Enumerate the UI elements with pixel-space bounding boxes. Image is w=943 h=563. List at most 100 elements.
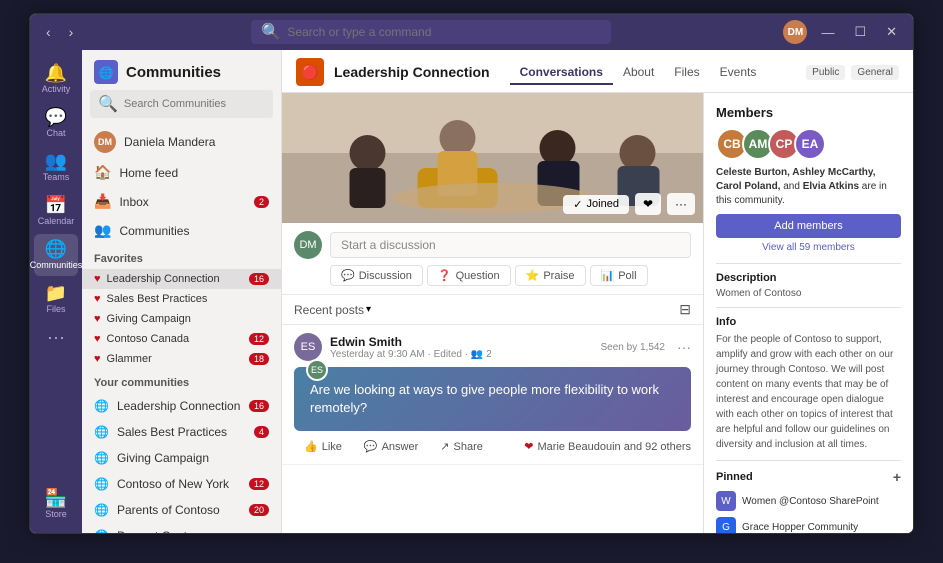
community-giving[interactable]: 🌐 Giving Campaign (82, 445, 281, 471)
community-badge-leadership: 16 (249, 400, 269, 412)
fav-item-glammer[interactable]: ♥ Glammer 18 (82, 349, 281, 369)
sidebar-item-chat[interactable]: 💬 Chat (34, 102, 78, 144)
community-icon-ny: 🌐 (94, 477, 109, 491)
info-text: For the people of Contoso to support, am… (716, 332, 901, 452)
sidebar-item-files[interactable]: 📁 Files (34, 278, 78, 320)
your-communities-label: Your communities (82, 369, 281, 393)
sidebar-item-communities[interactable]: 🌐 Communities (34, 234, 78, 276)
post-header: ES Edwin Smith Yesterday at 9:30 AM · Ed… (294, 333, 691, 361)
like-button[interactable]: ❤ (635, 193, 661, 215)
calendar-label: Calendar (38, 216, 75, 226)
pinned-add-icon[interactable]: + (893, 469, 901, 485)
post-menu-icon[interactable]: ··· (677, 339, 691, 355)
tab-about[interactable]: About (613, 61, 664, 85)
community-label-sales: Sales Best Practices (117, 425, 227, 439)
heart-icon: ❤ (524, 440, 533, 453)
like-action-label: Like (322, 441, 342, 453)
divider-2 (716, 307, 901, 308)
posts-chevron-icon[interactable]: ▾ (366, 304, 371, 315)
answer-action-icon: 💬 (364, 440, 378, 453)
forward-button[interactable]: › (63, 22, 80, 42)
fav-item-giving[interactable]: ♥ Giving Campaign (82, 309, 281, 329)
maximize-button[interactable]: ☐ (848, 22, 872, 42)
community-label-parents: Parents of Contoso (117, 503, 220, 517)
description-text: Women of Contoso (716, 288, 901, 299)
question-icon: ❓ (438, 269, 452, 282)
compose-question-btn[interactable]: ❓ Question (427, 265, 511, 286)
inbox-icon: 📥 (94, 193, 111, 210)
sidebar-search[interactable]: 🔍 (90, 90, 273, 118)
members-names: Celeste Burton, Ashley McCarthy, Carol P… (716, 166, 901, 208)
chat-label: Chat (46, 128, 65, 138)
post-time: Yesterday at 9:30 AM · Edited · 👥 2 (330, 349, 492, 360)
compose-praise-btn[interactable]: ⭐ Praise (515, 265, 586, 286)
channel-tabs: Conversations About Files Events (510, 61, 767, 84)
view-all-link[interactable]: View all 59 members (716, 242, 901, 253)
share-action-btn[interactable]: ↗ Share (430, 437, 493, 456)
fav-label-leadership: Leadership Connection (107, 273, 220, 285)
fav-item-leadership[interactable]: ♥ Leadership Connection 16 (82, 269, 281, 289)
fav-badge-leadership: 16 (249, 273, 269, 285)
channel-header: 🔴 Leadership Connection Conversations Ab… (282, 50, 913, 93)
sidebar-nav-inbox[interactable]: 📥 Inbox 2 (82, 187, 281, 216)
hero-actions: ✓ Joined ❤ ··· (563, 193, 695, 215)
tab-events[interactable]: Events (710, 61, 767, 85)
members-avatars: CB AM CP EA (716, 128, 901, 160)
pinned-item-1[interactable]: W Women @Contoso SharePoint (716, 491, 901, 511)
tab-conversations[interactable]: Conversations (510, 61, 613, 85)
sidebar-nav-communities[interactable]: 👥 Communities (82, 216, 281, 245)
svg-text:🌐: 🌐 (99, 66, 114, 80)
fav-item-contoso-canada[interactable]: ♥ Contoso Canada 12 (82, 329, 281, 349)
community-dogs[interactable]: 🌐 Dogs at Contoso (82, 523, 281, 533)
favorites-section-label: Favorites (82, 245, 281, 269)
post-likes-text: Marie Beaudouin and 92 others (538, 441, 692, 453)
title-bar-search-input[interactable] (287, 25, 601, 39)
post-content-box: ES Are we looking at ways to give people… (294, 367, 691, 431)
search-icon: 🔍 (261, 22, 281, 42)
community-leadership[interactable]: 🌐 Leadership Connection 16 (82, 393, 281, 419)
posts-filter-icon[interactable]: ⊟ (679, 301, 691, 318)
add-members-button[interactable]: Add members (716, 214, 901, 238)
like-action-btn[interactable]: 👍 Like (294, 437, 352, 456)
pinned-label: Pinned (716, 471, 753, 483)
community-sales[interactable]: 🌐 Sales Best Practices 4 (82, 419, 281, 445)
composer-input[interactable]: Start a discussion (330, 232, 691, 258)
poll-icon: 📊 (601, 269, 615, 282)
title-bar-search[interactable]: 🔍 (251, 20, 611, 44)
community-new-york[interactable]: 🌐 Contoso of New York 12 (82, 471, 281, 497)
app-body: 🔔 Activity 💬 Chat 👥 Teams 📅 Calendar 🌐 (30, 50, 913, 533)
sidebar-user-item[interactable]: DM Daniela Mandera (82, 126, 281, 158)
general-badge[interactable]: General (851, 65, 899, 80)
compose-poll-btn[interactable]: 📊 Poll (590, 265, 648, 286)
sidebar-nav-home[interactable]: 🏠 Home feed (82, 158, 281, 187)
sidebar-item-calendar[interactable]: 📅 Calendar (34, 190, 78, 232)
sidebar-item-more[interactable]: ··· (34, 322, 78, 352)
icon-bar: 🔔 Activity 💬 Chat 👥 Teams 📅 Calendar 🌐 (30, 50, 82, 533)
sidebar-item-teams[interactable]: 👥 Teams (34, 146, 78, 188)
close-button[interactable]: ✕ (880, 22, 903, 42)
community-parents[interactable]: 🌐 Parents of Contoso 20 (82, 497, 281, 523)
sidebar-item-store[interactable]: 🏪 Store (34, 483, 78, 525)
fav-item-sales[interactable]: ♥ Sales Best Practices (82, 289, 281, 309)
answer-action-btn[interactable]: 💬 Answer (354, 437, 428, 456)
composer: DM Start a discussion 💬 Discussion ❓ (282, 223, 703, 295)
post-reaction-count: · 👥 2 (465, 349, 492, 360)
fav-label-glammer: Glammer (107, 353, 152, 365)
pinned-item-2[interactable]: G Grace Hopper Community (716, 517, 901, 533)
discussion-icon: 💬 (341, 269, 355, 282)
minimize-button[interactable]: — (815, 23, 840, 42)
communities-logo: 🌐 (94, 60, 118, 84)
community-icon-parents: 🌐 (94, 503, 109, 517)
teams-label: Teams (43, 172, 70, 182)
back-button[interactable]: ‹ (40, 22, 57, 42)
sidebar-search-input[interactable] (124, 98, 265, 110)
sidebar-item-activity[interactable]: 🔔 Activity (34, 58, 78, 100)
public-badge[interactable]: Public (806, 65, 845, 80)
info-title: Info (716, 316, 901, 328)
joined-button[interactable]: ✓ Joined (563, 195, 629, 214)
more-options-button[interactable]: ··· (667, 193, 695, 215)
recent-posts-label: Recent posts (294, 303, 364, 317)
tab-files[interactable]: Files (664, 61, 709, 85)
member-avatar-ea: EA (794, 128, 826, 160)
compose-discussion-btn[interactable]: 💬 Discussion (330, 265, 423, 286)
